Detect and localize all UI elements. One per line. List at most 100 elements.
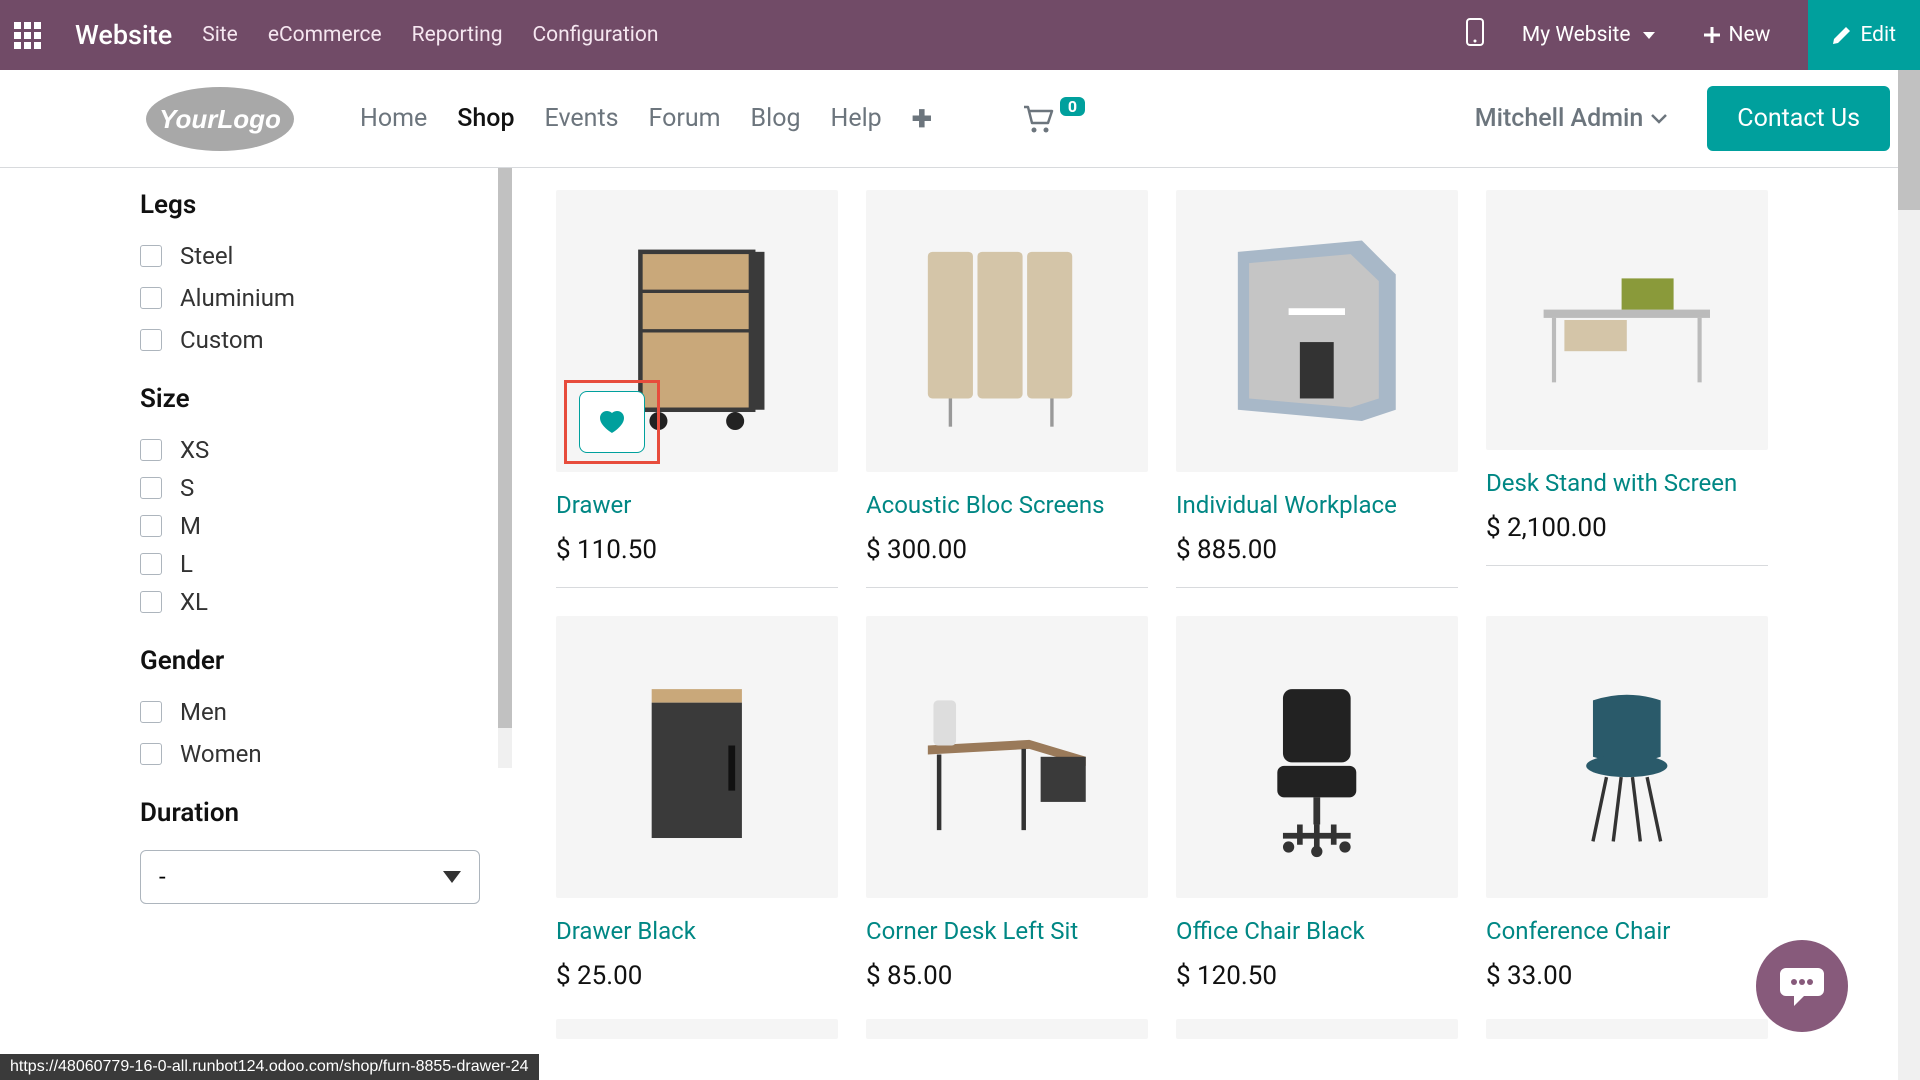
website-selector-label: My Website xyxy=(1522,23,1631,47)
filter-option-steel[interactable]: Steel xyxy=(140,242,496,270)
contact-us-button[interactable]: Contact Us xyxy=(1707,86,1890,151)
filter-group-size: Size XS S M L XL xyxy=(140,384,496,616)
product-image[interactable] xyxy=(556,1019,838,1039)
nav-add-icon[interactable]: ✚ xyxy=(912,105,932,133)
product-price: $ 885.00 xyxy=(1176,535,1458,565)
filter-group-duration: Duration - xyxy=(140,798,496,904)
cart-button[interactable]: 0 xyxy=(1022,105,1085,133)
filter-title-gender: Gender xyxy=(140,646,496,676)
duration-select[interactable]: - xyxy=(140,850,480,904)
chat-fab[interactable] xyxy=(1756,940,1848,1032)
product-card xyxy=(1176,1019,1458,1039)
product-image[interactable] xyxy=(866,190,1148,472)
content-area: Legs Steel Aluminium Custom Size XS S M … xyxy=(0,168,1920,1054)
cart-count-badge: 0 xyxy=(1060,97,1085,116)
divider xyxy=(556,587,838,588)
filter-option-xl[interactable]: XL xyxy=(140,588,496,616)
nav-home[interactable]: Home xyxy=(360,104,427,133)
admin-menu-reporting[interactable]: Reporting xyxy=(412,23,503,47)
checkbox-icon xyxy=(140,701,162,723)
product-image[interactable] xyxy=(1486,616,1768,898)
product-price: $ 110.50 xyxy=(556,535,838,565)
product-image[interactable] xyxy=(866,616,1148,898)
product-card xyxy=(1486,1019,1768,1039)
status-bar-url: https://48060779-16-0-all.runbot124.odoo… xyxy=(0,1054,539,1080)
filter-option-l[interactable]: L xyxy=(140,550,496,578)
product-card: Office Chair Black $ 120.50 xyxy=(1176,616,1458,991)
new-button-label: New xyxy=(1729,23,1771,47)
new-button[interactable]: New xyxy=(1693,0,1781,70)
nav-events[interactable]: Events xyxy=(545,104,619,133)
product-title[interactable]: Conference Chair xyxy=(1486,916,1768,947)
filter-option-aluminium[interactable]: Aluminium xyxy=(140,284,496,312)
website-selector[interactable]: My Website xyxy=(1512,0,1665,70)
product-image[interactable] xyxy=(556,190,838,472)
product-card: Acoustic Bloc Screens $ 300.00 xyxy=(866,190,1148,588)
admin-menu-configuration[interactable]: Configuration xyxy=(532,23,658,47)
main-nav: Home Shop Events Forum Blog Help ✚ 0 xyxy=(360,104,1085,133)
product-price: $ 85.00 xyxy=(866,961,1148,991)
divider xyxy=(866,587,1148,588)
product-image[interactable] xyxy=(1176,190,1458,472)
nav-forum[interactable]: Forum xyxy=(649,104,721,133)
mobile-preview-icon[interactable] xyxy=(1466,18,1484,52)
user-name: Mitchell Admin xyxy=(1475,104,1644,133)
checkbox-icon xyxy=(140,439,162,461)
product-title[interactable]: Desk Stand with Screen xyxy=(1486,468,1768,499)
logo[interactable]: YourLogo xyxy=(140,83,300,155)
wishlist-highlight xyxy=(564,380,660,464)
nav-shop[interactable]: Shop xyxy=(457,104,514,133)
filter-title-legs: Legs xyxy=(140,190,496,220)
product-grid: Drawer $ 110.50 Acoustic Bloc Screens $ … xyxy=(512,168,1920,1054)
checkbox-icon xyxy=(140,245,162,267)
checkbox-icon xyxy=(140,591,162,613)
filter-option-women[interactable]: Women xyxy=(140,740,496,768)
checkbox-icon xyxy=(140,553,162,575)
sidebar-scrollbar[interactable] xyxy=(498,168,512,768)
product-title[interactable]: Acoustic Bloc Screens xyxy=(866,490,1148,521)
product-image[interactable] xyxy=(866,1019,1148,1039)
product-image[interactable] xyxy=(556,616,838,898)
filter-group-gender: Gender Men Women xyxy=(140,646,496,768)
filter-title-size: Size xyxy=(140,384,496,414)
user-dropdown[interactable]: Mitchell Admin xyxy=(1475,104,1668,133)
product-card: Conference Chair $ 33.00 xyxy=(1486,616,1768,991)
admin-brand[interactable]: Website xyxy=(75,19,172,51)
product-card: Corner Desk Left Sit $ 85.00 xyxy=(866,616,1148,991)
site-header: YourLogo Home Shop Events Forum Blog Hel… xyxy=(0,70,1920,168)
product-image[interactable] xyxy=(1176,1019,1458,1039)
wishlist-button[interactable] xyxy=(579,391,645,453)
filter-option-s[interactable]: S xyxy=(140,474,496,502)
product-title[interactable]: Individual Workplace xyxy=(1176,490,1458,521)
product-title[interactable]: Drawer xyxy=(556,490,838,521)
chevron-down-icon xyxy=(1643,32,1655,39)
product-price: $ 25.00 xyxy=(556,961,838,991)
admin-menu-ecommerce[interactable]: eCommerce xyxy=(268,23,382,47)
product-image[interactable] xyxy=(1486,1019,1768,1039)
filter-option-men[interactable]: Men xyxy=(140,698,496,726)
admin-menu-site[interactable]: Site xyxy=(202,23,238,47)
svg-text:YourLogo: YourLogo xyxy=(159,104,281,134)
product-card: Individual Workplace $ 885.00 xyxy=(1176,190,1458,588)
divider xyxy=(1486,565,1768,566)
product-card: Desk Stand with Screen $ 2,100.00 xyxy=(1486,190,1768,588)
product-price: $ 2,100.00 xyxy=(1486,513,1768,543)
filter-option-m[interactable]: M xyxy=(140,512,496,540)
filter-option-custom[interactable]: Custom xyxy=(140,326,496,354)
checkbox-icon xyxy=(140,287,162,309)
product-title[interactable]: Drawer Black xyxy=(556,916,838,947)
page-scrollbar[interactable] xyxy=(1898,70,1920,1080)
edit-button[interactable]: Edit xyxy=(1808,0,1920,70)
product-card xyxy=(556,1019,838,1039)
nav-help[interactable]: Help xyxy=(831,104,882,133)
product-price: $ 33.00 xyxy=(1486,961,1768,991)
nav-blog[interactable]: Blog xyxy=(751,104,801,133)
product-title[interactable]: Office Chair Black xyxy=(1176,916,1458,947)
admin-bar: Website Site eCommerce Reporting Configu… xyxy=(0,0,1920,70)
filter-group-legs: Legs Steel Aluminium Custom xyxy=(140,190,496,354)
filter-option-xs[interactable]: XS xyxy=(140,436,496,464)
product-image[interactable] xyxy=(1176,616,1458,898)
product-title[interactable]: Corner Desk Left Sit xyxy=(866,916,1148,947)
product-image[interactable] xyxy=(1486,190,1768,450)
apps-icon[interactable] xyxy=(14,22,41,49)
